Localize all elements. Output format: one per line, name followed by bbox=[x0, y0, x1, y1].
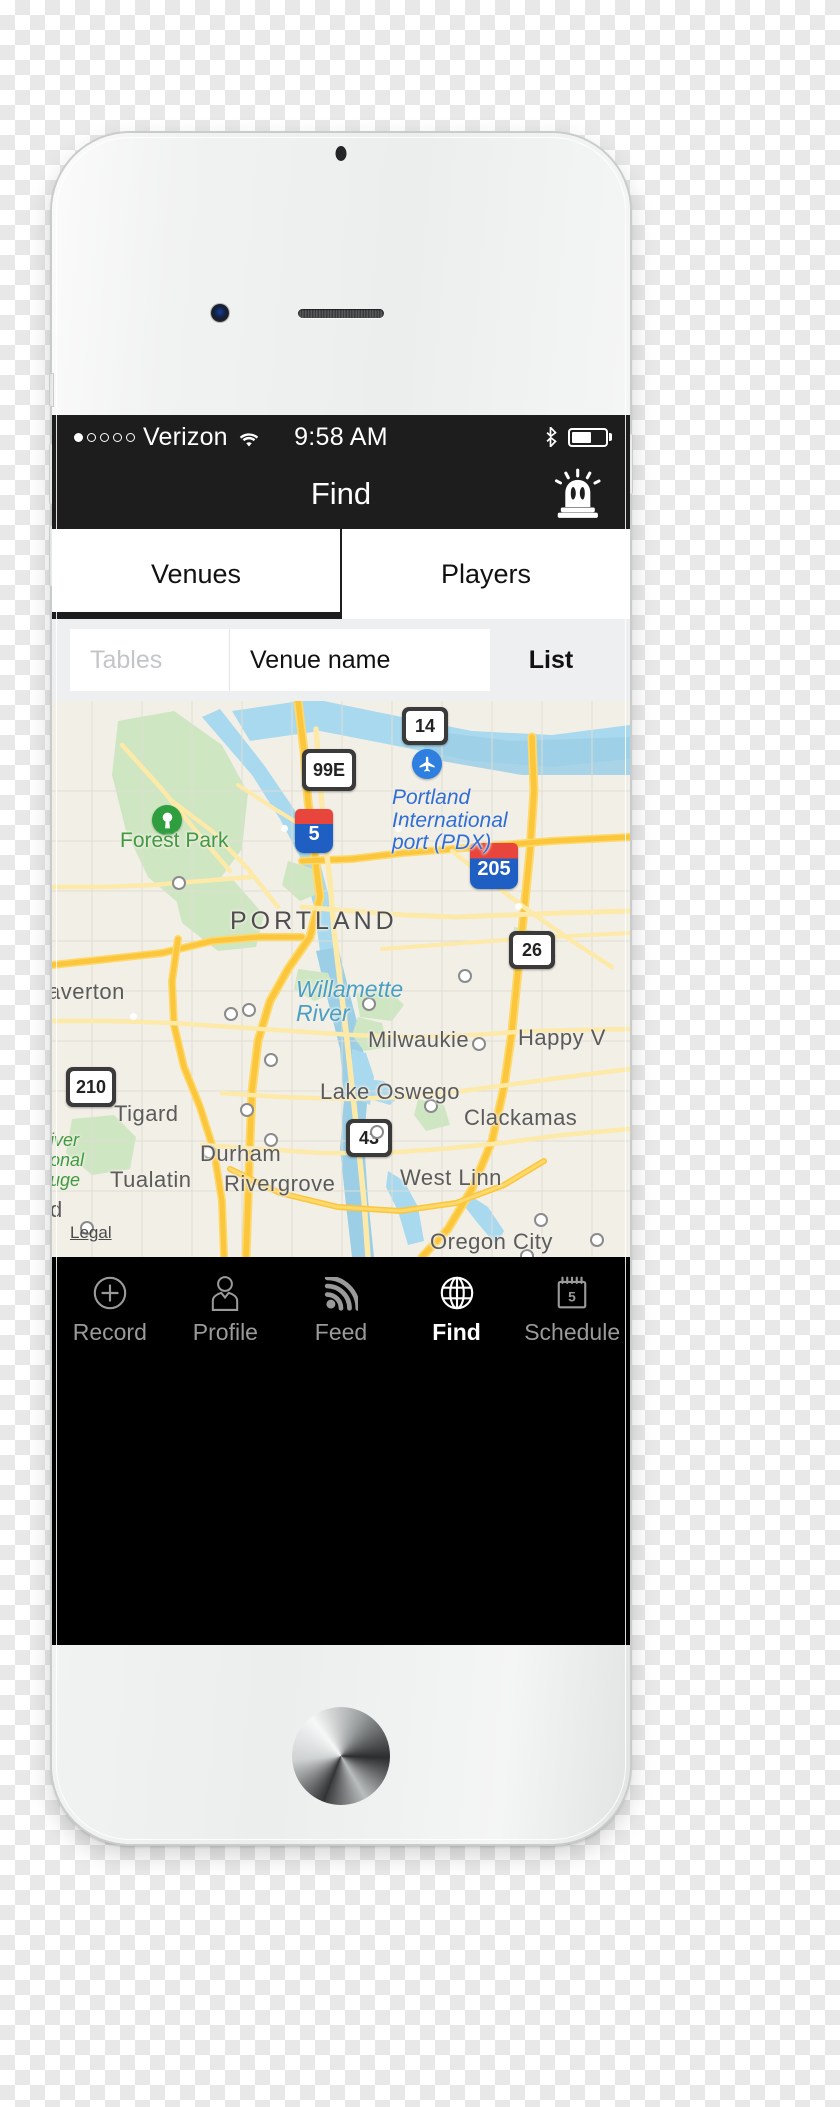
airport-icon bbox=[412, 749, 442, 779]
signal-strength-icon bbox=[74, 432, 135, 442]
map-poi-dot bbox=[458, 969, 472, 983]
map-poi-dot bbox=[172, 876, 186, 890]
tab-venues-label: Venues bbox=[150, 558, 242, 589]
tab-players-label: Players bbox=[440, 558, 532, 589]
earpiece-speaker bbox=[298, 309, 384, 318]
map-label-pdx-airport: Portland International port (PDX) bbox=[392, 786, 508, 855]
map-label-west-linn: West Linn bbox=[400, 1165, 502, 1190]
map-label-rivergrove: Rivergrove bbox=[224, 1171, 336, 1196]
route-shield-99e: 99E bbox=[302, 749, 356, 791]
route-shield-43: 43 bbox=[346, 1119, 392, 1157]
map-label-oregon-city: Oregon City bbox=[430, 1229, 553, 1254]
tab-record-label: Record bbox=[72, 1318, 147, 1345]
list-button[interactable]: List bbox=[490, 646, 612, 675]
map-label-willamette-river: Willamette River bbox=[296, 976, 404, 1027]
calendar-icon: 5 bbox=[555, 1273, 589, 1311]
search-row: Tables Venue name List bbox=[52, 619, 630, 701]
route-shield-5: 5 bbox=[295, 809, 333, 853]
carrier-label: Verizon bbox=[143, 422, 228, 451]
tab-profile-label: Profile bbox=[192, 1318, 258, 1345]
venue-name-input-value: Venue name bbox=[250, 645, 391, 674]
map-view[interactable]: 14 99E 5 205 26 210 43 Forest Park PORTL… bbox=[52, 701, 630, 1257]
wifi-icon bbox=[238, 428, 260, 447]
svg-text:5: 5 bbox=[568, 1289, 576, 1304]
phone-screen: Verizon 9:58 AM Find Venues Players Tabl… bbox=[52, 415, 630, 1645]
tab-find-label: Find bbox=[432, 1318, 481, 1345]
map-poi-dot bbox=[590, 1233, 604, 1247]
tab-record[interactable]: Record bbox=[52, 1273, 168, 1346]
map-poi-dot bbox=[472, 1037, 486, 1051]
tab-profile[interactable]: Profile bbox=[168, 1273, 284, 1346]
tab-schedule-label: Schedule bbox=[524, 1318, 621, 1345]
tab-feed[interactable]: Feed bbox=[283, 1273, 399, 1346]
tables-input[interactable]: Tables bbox=[70, 629, 230, 691]
venue-name-input[interactable]: Venue name bbox=[230, 629, 490, 691]
map-poi-dot bbox=[240, 1103, 254, 1117]
map-label-d: d bbox=[52, 1197, 63, 1222]
rss-icon bbox=[324, 1273, 358, 1311]
tab-players[interactable]: Players bbox=[342, 529, 630, 619]
map-label-lake-oswego: Lake Oswego bbox=[320, 1079, 461, 1104]
tab-find[interactable]: Find bbox=[399, 1273, 515, 1346]
map-label-happy-valley: Happy V bbox=[518, 1025, 606, 1050]
map-label-tigard: Tigard bbox=[114, 1101, 179, 1126]
map-poi-dot bbox=[224, 1007, 238, 1021]
map-poi-dot bbox=[370, 1125, 384, 1139]
segmented-tab-bar: Venues Players bbox=[52, 529, 630, 619]
map-label-forest-park: Forest Park bbox=[120, 829, 229, 852]
tab-venues[interactable]: Venues bbox=[52, 529, 340, 619]
person-icon bbox=[208, 1273, 242, 1311]
page-title: Find bbox=[310, 476, 372, 511]
navigation-bar: Find bbox=[52, 459, 630, 529]
map-poi-dot bbox=[534, 1213, 548, 1227]
proximity-sensor bbox=[335, 146, 347, 161]
map-label-milwaukie: Milwaukie bbox=[368, 1027, 470, 1052]
front-camera bbox=[211, 304, 229, 322]
siren-icon[interactable] bbox=[550, 465, 608, 523]
tab-feed-label: Feed bbox=[314, 1318, 368, 1345]
map-label-tualatin: Tualatin bbox=[110, 1167, 192, 1192]
route-shield-26: 26 bbox=[509, 931, 555, 969]
bluetooth-icon bbox=[545, 426, 558, 448]
bottom-tab-bar: Record Profile Feed Find 5 Schedule bbox=[52, 1257, 630, 1361]
tab-schedule[interactable]: 5 Schedule bbox=[514, 1273, 630, 1346]
tables-input-placeholder: Tables bbox=[90, 645, 163, 674]
home-button[interactable] bbox=[292, 1707, 390, 1805]
map-label-wildlife-refuge: iver onal uge bbox=[52, 1130, 85, 1190]
iphone-device-mockup: Verizon 9:58 AM Find Venues Players Tabl… bbox=[49, 133, 633, 1844]
route-shield-14: 14 bbox=[402, 707, 448, 745]
battery-icon bbox=[568, 427, 608, 447]
status-bar: Verizon 9:58 AM bbox=[52, 415, 630, 459]
map-label-clackamas: Clackamas bbox=[464, 1105, 578, 1130]
list-button-label: List bbox=[528, 645, 574, 674]
silent-switch[interactable] bbox=[49, 373, 54, 407]
globe-icon bbox=[439, 1273, 475, 1311]
map-label-portland: PORTLAND bbox=[230, 907, 398, 935]
route-shield-210: 210 bbox=[66, 1067, 116, 1107]
map-label-beaverton: averton bbox=[52, 979, 125, 1004]
map-poi-dot bbox=[264, 1053, 278, 1067]
map-legal-link[interactable]: Legal bbox=[70, 1223, 112, 1243]
map-label-durham: Durham bbox=[200, 1141, 282, 1166]
map-poi-dot bbox=[242, 1003, 256, 1017]
plus-circle-icon bbox=[92, 1273, 128, 1311]
